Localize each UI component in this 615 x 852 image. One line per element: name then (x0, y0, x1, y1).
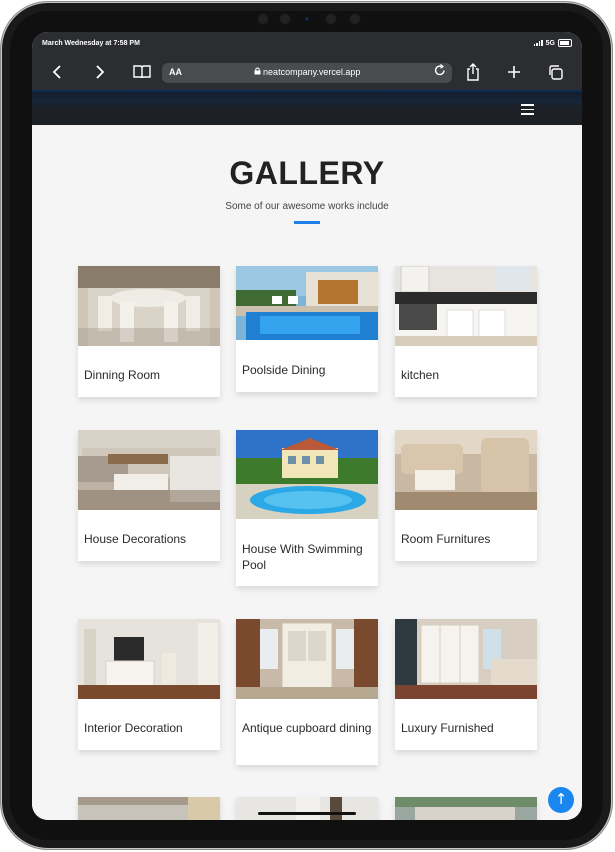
signal-icon (533, 40, 543, 46)
gallery-card-partial[interactable] (395, 797, 537, 820)
lock-icon (254, 67, 264, 77)
card-caption: Room Furnitures (401, 532, 491, 546)
card-caption: Antique cupboard dining (242, 721, 372, 735)
kitchen-image (395, 266, 537, 346)
sensor-icon (257, 13, 269, 25)
battery-icon (558, 39, 572, 47)
gallery-card-interior-decoration[interactable]: Interior Decoration (78, 619, 220, 750)
network-label: 5G (545, 39, 555, 47)
title-underline (294, 221, 320, 224)
book-icon[interactable] (133, 65, 151, 82)
card-caption: Interior Decoration (84, 721, 183, 735)
page-subtitle: Some of our awesome works include (225, 201, 389, 212)
card-caption: Dinning Room (84, 368, 161, 382)
gallery-card-room-furnitures[interactable]: Room Furnitures (395, 430, 537, 561)
gallery-card-partial[interactable] (78, 797, 220, 820)
chevron-right-icon[interactable] (93, 65, 105, 82)
gallery-card-poolside-dining[interactable]: Poolside Dining (236, 266, 378, 392)
room-furnitures-image (395, 430, 537, 510)
camera-bar (257, 13, 367, 27)
chevron-left-icon[interactable] (52, 65, 64, 82)
sensor-icon (325, 13, 337, 25)
site-navbar (32, 90, 582, 127)
arrow-up-icon: ↑ (554, 790, 568, 808)
screen: March Wednesday at 7:58 PM 5G AA neatcom… (32, 32, 582, 820)
gallery-section: GALLERY Some of our awesome works includ… (32, 125, 582, 820)
address-bar[interactable]: AA neatcompany.vercel.app (162, 63, 452, 83)
card-caption: House With Swimming Pool (242, 542, 363, 572)
gallery-card-kitchen[interactable]: kitchen (395, 266, 537, 397)
luxury-furnished-image (395, 619, 537, 699)
house-with-swimming-pool-image (236, 430, 378, 519)
sensor-icon (349, 13, 361, 25)
url-text: neatcompany.vercel.app (162, 67, 452, 77)
browser-chrome: March Wednesday at 7:58 PM 5G AA neatcom… (32, 32, 582, 90)
status-datetime: March Wednesday at 7:58 PM (42, 40, 140, 47)
tabs-icon[interactable] (548, 65, 564, 83)
scroll-to-top-button[interactable]: ↑ (548, 787, 574, 813)
dinning-room-image (78, 266, 220, 346)
camera-icon (279, 13, 291, 25)
menu-icon[interactable] (521, 104, 534, 118)
share-icon[interactable] (466, 63, 480, 84)
gallery-card-house-with-swimming-pool[interactable]: House With Swimming Pool (236, 430, 378, 586)
url-label: neatcompany.vercel.app (263, 67, 361, 77)
antique-cupboard-dining-image (236, 619, 378, 699)
gallery-image (78, 797, 220, 820)
home-indicator (258, 812, 356, 815)
gallery-card-antique-cupboard-dining[interactable]: Antique cupboard dining (236, 619, 378, 765)
indicator-icon (305, 17, 309, 21)
plus-icon[interactable] (507, 65, 521, 82)
interior-decoration-image (78, 619, 220, 699)
page-title: GALLERY (229, 155, 385, 191)
card-caption: House Decorations (84, 532, 187, 546)
poolside-dining-image (236, 266, 378, 340)
card-caption: Poolside Dining (242, 363, 326, 377)
gallery-card-luxury-furnished[interactable]: Luxury Furnished (395, 619, 537, 750)
status-indicators: 5G (533, 39, 572, 47)
gallery-image (236, 797, 378, 820)
gallery-image (395, 797, 537, 820)
gallery-card-dinning-room[interactable]: Dinning Room (78, 266, 220, 397)
house-decorations-image (78, 430, 220, 510)
reload-icon[interactable] (434, 64, 446, 81)
card-caption: kitchen (401, 368, 440, 382)
card-caption: Luxury Furnished (401, 721, 494, 735)
gallery-card-partial[interactable] (236, 797, 378, 820)
gallery-card-house-decorations[interactable]: House Decorations (78, 430, 220, 561)
